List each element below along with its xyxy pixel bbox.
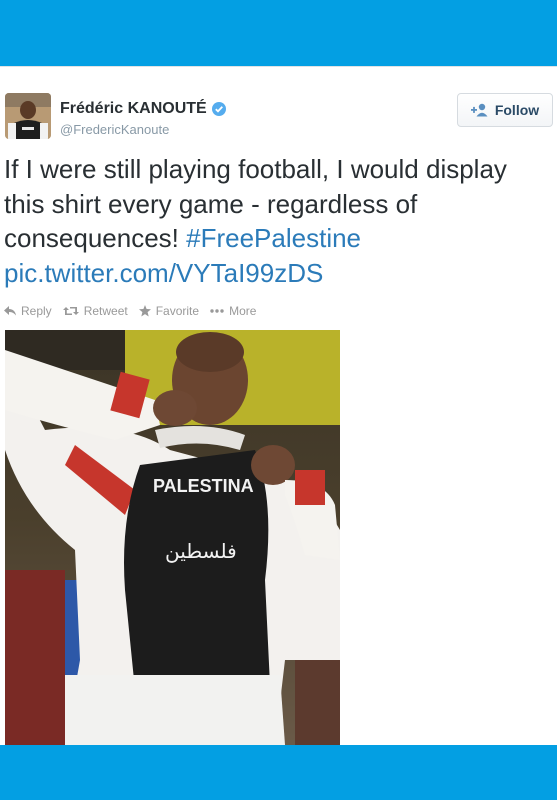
bottom-bar [0,745,557,800]
more-dots-icon [210,309,224,313]
shirt-text: PALESTINA [153,476,254,496]
reply-icon [4,306,16,316]
top-bar [0,0,557,66]
tweet-photo[interactable]: PALESTINA فلسطين [5,330,340,745]
tweet-text: If I were still playing football, I woul… [4,152,549,290]
more-label: More [229,304,257,318]
author-name-row[interactable]: Frédéric KANOUTÉ [60,100,226,118]
header-divider [0,66,557,67]
retweet-label: Retweet [83,304,128,318]
tweet-actions: Reply Retweet Favorite More [4,304,267,318]
pic-link[interactable]: pic.twitter.com/VYTaI99zDS [4,258,323,288]
avatar-photo-icon [5,93,51,139]
reply-label: Reply [21,304,52,318]
author-display-name[interactable]: Frédéric KANOUTÉ [60,100,207,118]
retweet-action[interactable]: Retweet [62,304,128,318]
hashtag-link[interactable]: #FreePalestine [186,223,361,253]
author-handle[interactable]: @FredericKanoute [60,122,169,137]
follow-button-label: Follow [494,102,540,118]
more-action[interactable]: More [210,304,256,318]
favorite-action[interactable]: Favorite [138,304,200,318]
add-user-icon [470,103,488,117]
shirt-arabic-text: فلسطين [165,539,237,563]
star-icon [138,305,151,317]
follow-button[interactable]: Follow [457,93,553,127]
photo-image: PALESTINA فلسطين [5,330,340,745]
favorite-label: Favorite [155,304,200,318]
avatar[interactable] [5,93,51,139]
verified-badge-icon [211,102,226,116]
reply-action[interactable]: Reply [4,304,52,318]
retweet-icon [62,307,79,315]
